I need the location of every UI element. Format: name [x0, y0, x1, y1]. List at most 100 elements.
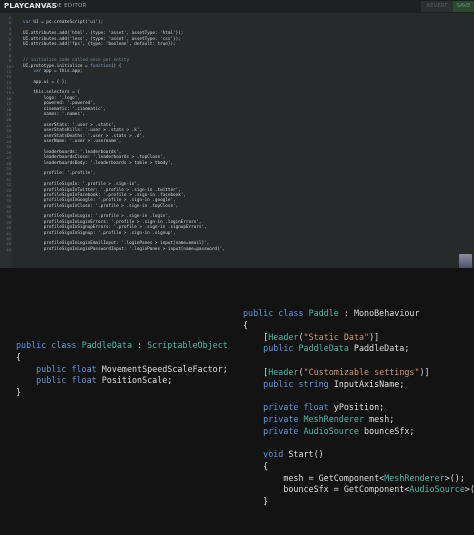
- code-editor-screenshot: PLAYCANVAS CODE EDITOR REVERT SAVE 1 2 var…: [0, 0, 474, 268]
- code-token: // initialize code called once per entit…: [23, 58, 130, 64]
- snippet-line: [243, 437, 474, 449]
- code-token: PositionScale;: [101, 375, 173, 386]
- code-token: powered: '.powered',: [23, 101, 96, 107]
- code-token: : MonoBehaviour: [338, 308, 420, 318]
- code-token: UI = pc.createScript('ui');: [33, 20, 104, 26]
- code-token: cinematic: '.cinematic',: [23, 106, 106, 112]
- code-token: Header: [268, 366, 299, 377]
- code-token: userStatsDeaths: '.user > .stats > .d',: [23, 133, 145, 139]
- code-token: userName: '.user > .username',: [23, 138, 122, 144]
- code-token: UI.prototype.initialize =: [23, 63, 91, 69]
- code-token: public: [243, 308, 279, 318]
- snippet-line: [243, 390, 474, 402]
- code-token: MeshRenderer: [303, 413, 365, 424]
- code-token: app.ui = { };: [23, 79, 67, 85]
- editor-toolbar: PLAYCANVAS CODE EDITOR REVERT SAVE: [0, 0, 474, 13]
- code-token: private: [243, 402, 304, 412]
- code-token: >();: [444, 472, 465, 483]
- code-token: AudioSource: [303, 425, 359, 436]
- snippet-line: private MeshRenderer mesh;: [243, 414, 474, 426]
- code-token: public: [16, 375, 72, 386]
- code-token: [: [243, 366, 269, 377]
- code-token: private: [243, 413, 304, 424]
- code-token: )]: [369, 331, 380, 342]
- code-token: string: [298, 378, 334, 389]
- snippet-line: public class PaddleData : ScriptableObje…: [16, 340, 228, 352]
- code-token: [: [243, 331, 269, 342]
- snippet-line: public PaddleData PaddleData;: [243, 343, 474, 355]
- code-token: MeshRenderer: [384, 472, 445, 483]
- code-token: UI.attributes.add('fps', {type: 'boolean…: [23, 41, 176, 47]
- code-token: profileSignInLoginPasswordInput: '.login…: [23, 246, 225, 252]
- code-token: {: [16, 351, 22, 362]
- paddledata-code-snippet: public class PaddleData : ScriptableObje…: [16, 340, 228, 399]
- code-token: "Static Data": [303, 331, 370, 342]
- code-token: PaddleData;: [348, 343, 410, 354]
- code-token: bounceSfx;: [358, 425, 415, 436]
- code-token: app = this.app;: [43, 68, 83, 74]
- revert-button[interactable]: REVERT: [421, 1, 453, 12]
- code-token: "Customizable settings": [303, 366, 420, 377]
- snippet-line: [Header("Static Data")]: [243, 332, 474, 344]
- snippet-line: {: [16, 352, 228, 364]
- code-token: userStatsKills: '.user > .stats > .k',: [23, 128, 142, 134]
- code-token: mesh;: [364, 413, 395, 424]
- code-token: ScriptableObject: [147, 340, 228, 350]
- code-token: Paddle: [308, 308, 339, 318]
- code-line: 44 profileSignInLoginPasswordInput: '.lo…: [0, 247, 474, 252]
- code-token: )]: [419, 366, 430, 377]
- code-token: leaderboardsBody: '.leaderboards > table…: [23, 160, 174, 166]
- snippet-line: }: [243, 496, 474, 508]
- code-token: public: [243, 343, 299, 354]
- code-token: PaddleData: [298, 343, 349, 354]
- code-token: profileSignInSignup: '.profile > .sign-i…: [23, 230, 176, 236]
- code-token: {: [243, 319, 249, 330]
- code-token: function: [90, 63, 111, 69]
- code-token: public: [243, 378, 299, 389]
- code-token: profileSignInGoogle: '.profile > .sign-i…: [23, 198, 176, 204]
- code-token: UI.attributes.add('less', {type: 'asset'…: [23, 36, 181, 42]
- code-token: var: [23, 20, 34, 26]
- snippet-line: private AudioSource bounceSfx;: [243, 426, 474, 438]
- code-token: InputAxisName;: [333, 378, 405, 389]
- code-token: UI.attributes.add('html', {type: 'asset'…: [23, 31, 184, 37]
- code-token: }: [243, 496, 269, 506]
- code-token: this.selectors = {: [23, 90, 80, 96]
- snippet-line: public float PositionScale;: [16, 375, 228, 387]
- code-token: public: [16, 363, 72, 374]
- code-token: profileSignInSignupErrors: '.profile > .…: [23, 225, 207, 231]
- code-token: class: [51, 340, 82, 350]
- snippet-line: }: [16, 387, 228, 399]
- code-area[interactable]: 1 2 var UI = pc.createScript('ui'); 3 4 UI.at…: [0, 15, 474, 252]
- snippet-line: bounceSfx = GetComponent<AudioSource>();: [243, 484, 474, 496]
- snippet-line: {: [243, 461, 474, 473]
- snippet-line: public class Paddle : MonoBehaviour: [243, 308, 474, 320]
- code-token: PaddleData: [81, 340, 132, 350]
- code-token: names: '.names',: [23, 112, 86, 118]
- snippet-line: {: [243, 320, 474, 332]
- save-button[interactable]: SAVE: [453, 1, 474, 12]
- code-token: yPosition;: [333, 402, 385, 412]
- code-token: profileSignInTwitter: '.profile > .sign-…: [23, 187, 181, 193]
- code-token: float: [71, 375, 102, 386]
- paddle-code-snippet: public class Paddle : MonoBehaviour{ [He…: [243, 308, 474, 508]
- snippet-line: private float yPosition;: [243, 402, 474, 414]
- code-token: profileSignIn: '.profile > .sign-in',: [23, 182, 140, 188]
- code-token: }: [16, 387, 22, 397]
- code-token: profileSignInLoginEmailInput: '.loginPan…: [23, 241, 210, 247]
- user-avatar[interactable]: [459, 254, 472, 268]
- code-token: float: [303, 402, 334, 412]
- code-token: >();: [464, 484, 474, 495]
- code-token: AudioSource: [409, 484, 465, 495]
- code-token: bounceSfx = GetComponent<: [243, 484, 410, 495]
- snippet-line: mesh = GetComponent<MeshRenderer>();: [243, 473, 474, 485]
- code-token: private: [243, 425, 304, 436]
- code-token: void: [243, 449, 289, 459]
- code-token: :: [131, 340, 148, 350]
- code-token: profileSignInClose: '.profile > .sign-in…: [23, 203, 179, 209]
- code-token: MovementSpeedScaleFactor;: [101, 363, 228, 374]
- editor-title: CODE EDITOR: [45, 3, 87, 9]
- code-token: mesh = GetComponent<: [243, 472, 385, 483]
- code-token: () {: [110, 63, 122, 69]
- code-token: public: [16, 340, 52, 350]
